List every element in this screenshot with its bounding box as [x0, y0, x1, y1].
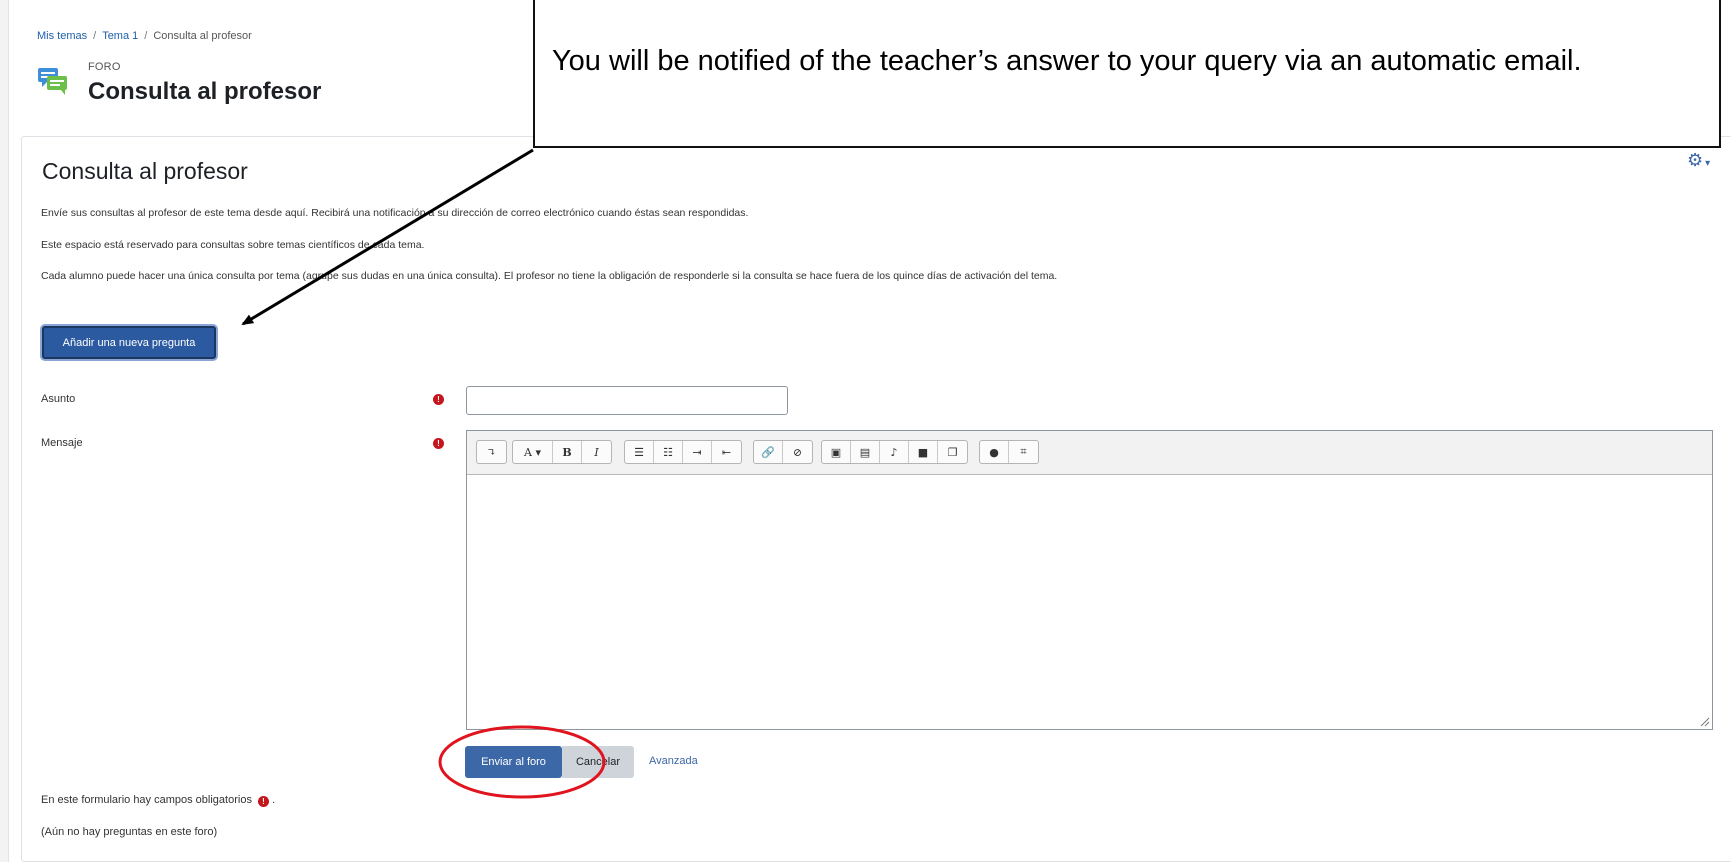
subject-input[interactable] [466, 386, 788, 415]
required-fields-note-text: En este formulario hay campos obligatori… [41, 794, 252, 806]
toolbar-group-style: A ▾ B I [512, 440, 612, 464]
manage-files-icon[interactable]: ❐ [938, 441, 967, 463]
unlink-icon[interactable]: ⊘ [783, 441, 812, 463]
record-video-icon[interactable]: ■ [909, 441, 938, 463]
breadcrumb-separator: / [93, 30, 97, 42]
settings-menu[interactable]: ⚙ ▾ [1687, 150, 1710, 171]
required-icon: ! [433, 394, 444, 405]
empty-forum-note: (Aún no hay preguntas en este foro) [41, 826, 218, 838]
message-editor: ↴ A ▾ B I ☰ ☷ ⇥ ⇤ 🔗 ⊘ ▣ ▤ ♪ ■ ❐ ● ⌗ [466, 430, 1713, 730]
left-rail [0, 0, 9, 862]
toolbar-group-lists: ☰ ☷ ⇥ ⇤ [624, 440, 742, 464]
forum-icon [38, 68, 67, 95]
link-icon[interactable]: 🔗 [754, 441, 783, 463]
annotation-callout: You will be notified of the teacher’s an… [533, 0, 1721, 148]
toolbar-group-tools: ● ⌗ [979, 440, 1039, 464]
bold-icon[interactable]: B [553, 441, 582, 463]
add-question-button[interactable]: Añadir una nueva pregunta [42, 326, 216, 359]
required-icon: ! [433, 438, 444, 449]
toolbar-group-media: ▣ ▤ ♪ ■ ❐ [821, 440, 968, 464]
required-fields-note: En este formulario hay campos obligatori… [41, 794, 276, 807]
subject-label: Asunto [41, 393, 76, 405]
image-icon[interactable]: ▣ [822, 441, 851, 463]
required-icon: ! [258, 796, 270, 807]
message-textarea[interactable] [467, 475, 1712, 729]
editor-toolbar: ↴ A ▾ B I ☰ ☷ ⇥ ⇤ 🔗 ⊘ ▣ ▤ ♪ ■ ❐ ● ⌗ [467, 431, 1712, 475]
resize-handle-icon[interactable] [1698, 715, 1710, 727]
breadcrumb-item-current: Consulta al profesor [153, 30, 252, 42]
intro-paragraph-2: Este espacio está reservado para consult… [41, 239, 425, 251]
intro-paragraph-1: Envíe sus consultas al profesor de este … [41, 207, 749, 219]
message-label: Mensaje [41, 437, 83, 449]
required-fields-note-suffix: . [272, 794, 276, 806]
breadcrumb-item-mis-temas[interactable]: Mis temas [37, 30, 87, 42]
cancel-button[interactable]: Cancelar [562, 746, 634, 778]
breadcrumb-item-tema-1[interactable]: Tema 1 [102, 30, 138, 42]
breadcrumb-separator: / [144, 30, 148, 42]
html-icon[interactable]: ⌗ [1009, 441, 1038, 463]
media-icon[interactable]: ▤ [851, 441, 880, 463]
intro-paragraph-3: Cada alumno puede hacer una única consul… [41, 270, 1058, 282]
font-size-icon[interactable]: A ▾ [513, 441, 553, 463]
record-audio-icon[interactable]: ♪ [880, 441, 909, 463]
outdent-icon[interactable]: ⇤ [712, 441, 741, 463]
indent-icon[interactable]: ⇥ [683, 441, 712, 463]
ordered-list-icon[interactable]: ☷ [654, 441, 683, 463]
advanced-link[interactable]: Avanzada [649, 755, 698, 767]
gear-icon: ⚙ [1687, 150, 1704, 170]
toolbar-group-links: 🔗 ⊘ [753, 440, 813, 464]
expand-icon[interactable]: ↴ [477, 441, 506, 463]
chevron-down-icon: ▾ [1705, 158, 1711, 169]
page-title: Consulta al profesor [88, 78, 322, 105]
unordered-list-icon[interactable]: ☰ [625, 441, 654, 463]
module-type-label: FORO [88, 61, 121, 73]
toolbar-group-collapse: ↴ [476, 440, 507, 464]
section-title: Consulta al profesor [42, 158, 248, 184]
italic-icon[interactable]: I [582, 441, 611, 463]
submit-button[interactable]: Enviar al foro [465, 746, 562, 778]
accessibility-icon[interactable]: ● [980, 441, 1009, 463]
breadcrumb: Mis temas / Tema 1 / Consulta al profesor [37, 30, 252, 42]
